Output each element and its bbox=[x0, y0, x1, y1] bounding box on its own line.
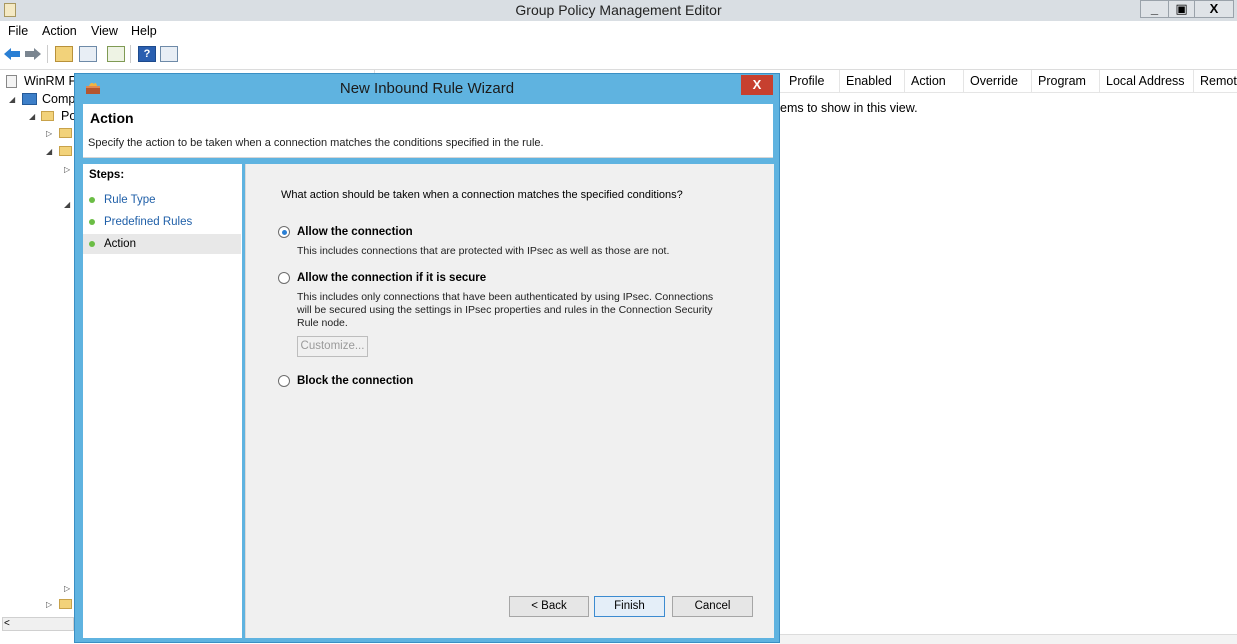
expand-arrow-icon[interactable]: ▷ bbox=[64, 165, 70, 174]
column-header-remote[interactable]: Remote bbox=[1194, 70, 1237, 92]
option-allow-label[interactable]: Allow the connection bbox=[297, 226, 413, 238]
collapse-arrow-icon[interactable]: ◢ bbox=[64, 200, 70, 209]
separator bbox=[47, 45, 48, 63]
menu-bar bbox=[0, 21, 1237, 41]
empty-list-message: ems to show in this view. bbox=[780, 101, 918, 115]
radio-allow-secure[interactable] bbox=[278, 272, 290, 284]
menu-view[interactable]: View bbox=[91, 21, 118, 41]
option-allow-secure-label[interactable]: Allow the connection if it is secure bbox=[297, 272, 486, 284]
step-status-icon bbox=[89, 196, 95, 203]
column-header-profile[interactable]: Profile bbox=[783, 70, 840, 92]
dialog-header: Action Specify the action to be taken wh… bbox=[83, 104, 773, 158]
folder-icon bbox=[59, 599, 72, 609]
dialog-close-button[interactable]: X bbox=[741, 75, 773, 95]
scroll-left-icon[interactable]: < bbox=[4, 617, 10, 631]
back-button[interactable]: < Back bbox=[509, 596, 589, 617]
expand-arrow-icon[interactable]: ▷ bbox=[64, 584, 70, 593]
properties-icon[interactable] bbox=[160, 46, 178, 62]
option-allow-secure-description-line: will be secured using the settings in IP… bbox=[297, 304, 713, 316]
app-title: Group Policy Management Editor bbox=[515, 2, 722, 18]
collapse-arrow-icon[interactable]: ◢ bbox=[9, 95, 15, 104]
toolbar bbox=[0, 41, 1237, 70]
separator bbox=[130, 45, 131, 63]
step-status-icon bbox=[89, 240, 95, 247]
restore-button[interactable]: ▣ bbox=[1168, 0, 1195, 18]
option-allow-description: This includes connections that are prote… bbox=[297, 245, 670, 257]
step-label: Predefined Rules bbox=[104, 216, 193, 228]
menu-action[interactable]: Action bbox=[42, 21, 77, 41]
wizard-dialog: New Inbound Rule Wizard X Action Specify… bbox=[74, 73, 780, 643]
close-window-button[interactable]: X bbox=[1194, 0, 1234, 18]
step-label: Rule Type bbox=[104, 194, 156, 206]
radio-allow[interactable] bbox=[278, 226, 290, 238]
step-status-icon bbox=[89, 218, 95, 225]
horizontal-scrollbar[interactable] bbox=[2, 617, 74, 631]
expand-arrow-icon[interactable]: ▷ bbox=[46, 600, 52, 609]
step-action[interactable]: Action bbox=[83, 234, 241, 254]
step-label: Action bbox=[104, 238, 136, 250]
collapse-arrow-icon[interactable]: ◢ bbox=[46, 147, 52, 156]
header-subtitle: Specify the action to be taken when a co… bbox=[88, 137, 544, 149]
expand-arrow-icon[interactable]: ▷ bbox=[46, 129, 52, 138]
policy-icon bbox=[6, 75, 17, 88]
cancel-button[interactable]: Cancel bbox=[672, 596, 753, 617]
column-header-override[interactable]: Override bbox=[964, 70, 1032, 92]
dialog-title: New Inbound Rule Wizard bbox=[339, 80, 515, 97]
customize-button[interactable]: Customize... bbox=[297, 336, 368, 357]
option-allow-secure-description-line: Rule node. bbox=[297, 317, 348, 329]
folder-icon bbox=[59, 128, 72, 138]
back-icon[interactable] bbox=[3, 47, 21, 61]
step-rule-type[interactable]: Rule Type bbox=[89, 190, 239, 210]
show-hide-tree-icon[interactable] bbox=[79, 46, 97, 62]
action-question: What action should be taken when a conne… bbox=[281, 189, 683, 201]
forward-icon[interactable] bbox=[24, 47, 42, 61]
menu-help[interactable]: Help bbox=[131, 21, 157, 41]
column-header-local-address[interactable]: Local Address bbox=[1100, 70, 1194, 92]
column-header-enabled[interactable]: Enabled bbox=[840, 70, 905, 92]
computer-config-icon bbox=[22, 93, 37, 105]
column-header-program[interactable]: Program bbox=[1032, 70, 1100, 92]
option-block-label[interactable]: Block the connection bbox=[297, 375, 413, 387]
radio-block[interactable] bbox=[278, 375, 290, 387]
step-predefined-rules[interactable]: Predefined Rules bbox=[89, 212, 239, 232]
menu-file[interactable]: File bbox=[8, 21, 28, 41]
folder-icon bbox=[41, 111, 54, 121]
tree-item-computer[interactable]: Comp bbox=[42, 91, 75, 107]
wizard-content: What action should be taken when a conne… bbox=[245, 164, 774, 638]
finish-button[interactable]: Finish bbox=[594, 596, 665, 617]
folder-icon bbox=[59, 146, 72, 156]
up-folder-icon[interactable] bbox=[55, 46, 73, 62]
header-title: Action bbox=[90, 110, 134, 126]
steps-label: Steps: bbox=[89, 169, 125, 181]
steps-panel: Steps: Rule Type Predefined Rules Action bbox=[83, 164, 242, 638]
help-icon[interactable]: ? bbox=[138, 46, 156, 62]
export-list-icon[interactable] bbox=[107, 46, 125, 62]
minimize-button[interactable]: _ bbox=[1140, 0, 1169, 18]
column-header-action[interactable]: Action bbox=[905, 70, 964, 92]
option-allow-secure-description-line: This includes only connections that have… bbox=[297, 291, 714, 303]
collapse-arrow-icon[interactable]: ◢ bbox=[29, 112, 35, 121]
